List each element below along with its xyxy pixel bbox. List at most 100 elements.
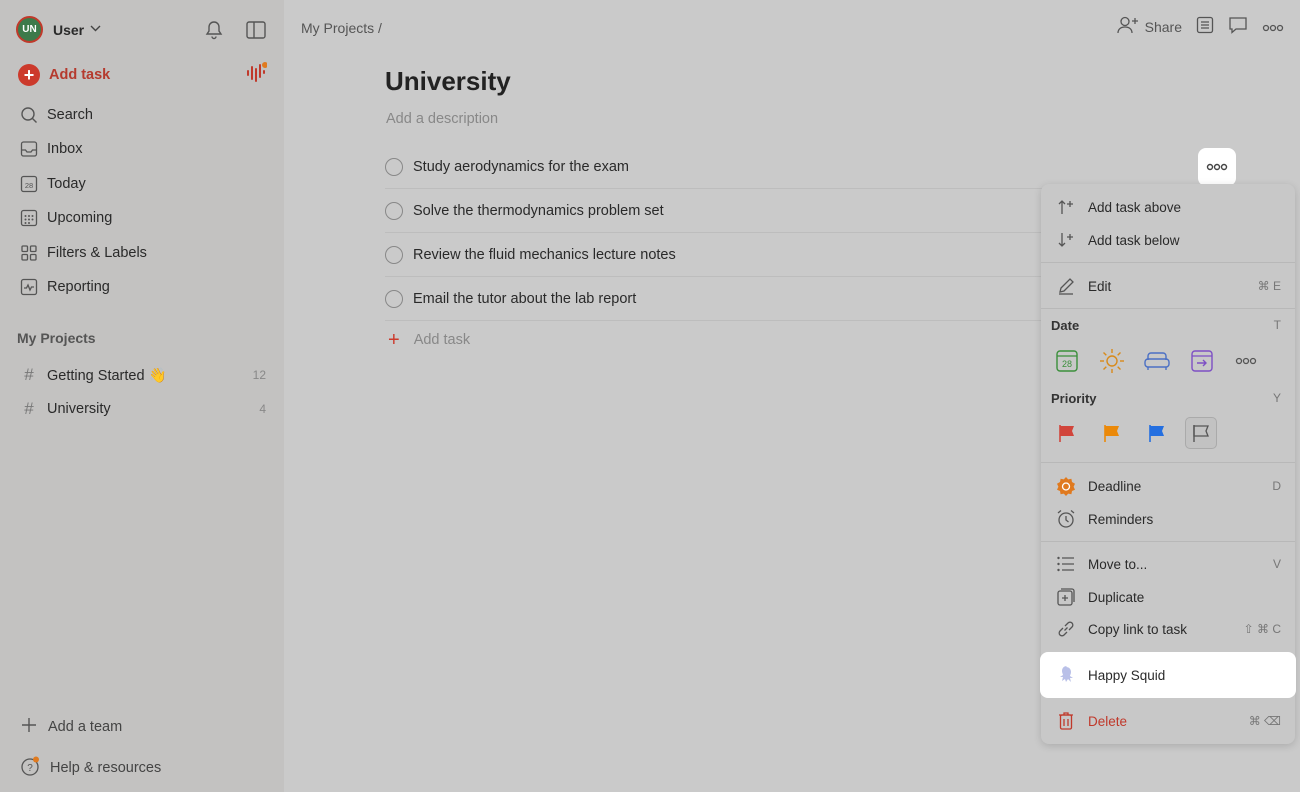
date-more-option[interactable] bbox=[1230, 345, 1262, 377]
share-label: Share bbox=[1144, 18, 1182, 35]
menu-reminders[interactable]: Reminders bbox=[1041, 504, 1295, 534]
task-checkbox[interactable] bbox=[385, 245, 403, 264]
more-options-icon[interactable] bbox=[1262, 19, 1284, 35]
menu-edit[interactable]: Edit ⌘ E bbox=[1041, 271, 1295, 301]
chevron-down-icon bbox=[90, 24, 101, 35]
menu-label: Move to... bbox=[1088, 556, 1148, 572]
task-checkbox[interactable] bbox=[385, 157, 403, 176]
sidebar-toggle-icon[interactable] bbox=[245, 19, 267, 41]
task-title: Study aerodynamics for the exam bbox=[413, 158, 629, 175]
menu-move-to[interactable]: Move to... V bbox=[1041, 549, 1295, 579]
avatar: UN bbox=[16, 16, 43, 43]
add-person-icon bbox=[1116, 16, 1139, 37]
date-tomorrow-option[interactable] bbox=[1096, 345, 1128, 377]
hash-icon: # bbox=[24, 399, 34, 418]
user-menu[interactable]: UN User bbox=[16, 16, 101, 43]
add-task-inline-button[interactable]: + Add task bbox=[388, 330, 470, 350]
link-icon bbox=[1055, 618, 1077, 640]
couch-icon bbox=[1144, 352, 1170, 370]
svg-text:?: ? bbox=[27, 763, 33, 774]
priority-4-option[interactable] bbox=[1185, 417, 1217, 449]
hash-icon: # bbox=[24, 365, 34, 384]
date-today-number: 28 bbox=[1062, 359, 1072, 369]
task-title: Email the tutor about the lab report bbox=[413, 290, 637, 307]
view-options-icon[interactable] bbox=[1196, 16, 1214, 37]
filters-icon bbox=[20, 244, 38, 262]
inbox-icon bbox=[20, 140, 38, 158]
menu-deadline[interactable]: Deadline D bbox=[1041, 471, 1295, 501]
my-projects-heading[interactable]: My Projects bbox=[17, 330, 96, 346]
task-checkbox[interactable] bbox=[385, 201, 403, 220]
menu-label: Reminders bbox=[1088, 511, 1154, 527]
nav-filters-labels[interactable]: Filters & Labels bbox=[20, 241, 147, 265]
nav-upcoming[interactable]: Upcoming bbox=[20, 206, 112, 230]
nav-today-label: Today bbox=[47, 176, 86, 192]
menu-label: Duplicate bbox=[1088, 589, 1145, 605]
nav-upcoming-label: Upcoming bbox=[47, 210, 113, 226]
project-university[interactable]: # University 4 bbox=[20, 397, 266, 421]
date-weekend-option[interactable] bbox=[1141, 345, 1173, 377]
page-title[interactable]: University bbox=[385, 66, 511, 97]
more-dots-icon bbox=[1235, 357, 1257, 365]
alarm-clock-icon bbox=[1055, 508, 1077, 530]
menu-divider bbox=[1041, 262, 1295, 263]
breadcrumb[interactable]: My Projects / bbox=[301, 20, 382, 36]
shortcut-hint: D bbox=[1272, 479, 1281, 493]
menu-happy-squid[interactable]: Happy Squid bbox=[1040, 652, 1296, 698]
task-title: Review the fluid mechanics lecture notes bbox=[413, 246, 676, 263]
nav-inbox-label: Inbox bbox=[47, 141, 83, 157]
flag-blue-icon bbox=[1149, 425, 1164, 442]
reporting-icon bbox=[20, 278, 38, 296]
menu-label: Add task below bbox=[1088, 232, 1180, 248]
menu-duplicate[interactable]: Duplicate bbox=[1041, 582, 1295, 612]
menu-label: Edit bbox=[1088, 278, 1112, 294]
task-checkbox[interactable] bbox=[385, 289, 403, 308]
bell-icon[interactable] bbox=[203, 19, 225, 41]
flag-outline-icon bbox=[1193, 425, 1209, 442]
sun-icon bbox=[1100, 349, 1124, 373]
comments-icon[interactable] bbox=[1228, 16, 1248, 37]
nav-search-label: Search bbox=[47, 107, 93, 123]
add-team-label: Add a team bbox=[48, 718, 123, 735]
add-above-icon bbox=[1055, 196, 1077, 218]
task-more-button[interactable] bbox=[1198, 148, 1236, 186]
add-team-button[interactable]: Add a team bbox=[20, 716, 122, 737]
date-today-option[interactable]: 28 bbox=[1051, 345, 1083, 377]
nav-reporting-label: Reporting bbox=[47, 279, 110, 295]
plus-icon: + bbox=[388, 329, 400, 351]
task-row[interactable]: Study aerodynamics for the exam bbox=[385, 145, 1205, 189]
shortcut-hint: T bbox=[1273, 318, 1281, 332]
nav-search[interactable]: Search bbox=[20, 103, 93, 127]
priority-1-option[interactable] bbox=[1051, 417, 1083, 449]
menu-label: Happy Squid bbox=[1088, 667, 1166, 683]
date-next-week-option[interactable] bbox=[1186, 345, 1218, 377]
add-task-label: Add task bbox=[49, 67, 111, 83]
priority-3-option[interactable] bbox=[1141, 417, 1173, 449]
project-name: University bbox=[47, 401, 111, 417]
pencil-icon bbox=[1055, 275, 1077, 297]
add-task-button[interactable]: + Add task bbox=[18, 64, 110, 86]
menu-delete[interactable]: Delete ⌘ ⌫ bbox=[1041, 706, 1295, 736]
shortcut-hint: ⇧ ⌘ C bbox=[1243, 622, 1281, 636]
menu-copy-link[interactable]: Copy link to task ⇧ ⌘ C bbox=[1041, 614, 1295, 644]
duplicate-icon bbox=[1055, 586, 1077, 608]
nav-today[interactable]: 28 Today bbox=[20, 172, 86, 196]
priority-2-option[interactable] bbox=[1096, 417, 1128, 449]
shortcut-hint: V bbox=[1272, 557, 1281, 571]
project-getting-started[interactable]: # Getting Started 👋 12 bbox=[20, 363, 266, 387]
nav-reporting[interactable]: Reporting bbox=[20, 275, 110, 299]
nav-inbox[interactable]: Inbox bbox=[20, 137, 82, 161]
share-button[interactable]: Share bbox=[1111, 16, 1182, 37]
help-resources-button[interactable]: ? Help & resources bbox=[20, 756, 161, 779]
help-icon: ? bbox=[20, 756, 40, 779]
next-week-icon bbox=[1191, 350, 1213, 372]
ramble-icon[interactable] bbox=[245, 62, 267, 84]
description-field[interactable]: Add a description bbox=[386, 111, 498, 127]
menu-label: Deadline bbox=[1088, 478, 1142, 494]
user-name: User bbox=[53, 21, 85, 38]
menu-add-task-below[interactable]: Add task below bbox=[1041, 225, 1295, 255]
project-count: 12 bbox=[252, 368, 266, 382]
shortcut-hint: Y bbox=[1272, 391, 1281, 405]
flag-red-icon bbox=[1059, 425, 1074, 442]
menu-add-task-above[interactable]: Add task above bbox=[1041, 192, 1295, 222]
